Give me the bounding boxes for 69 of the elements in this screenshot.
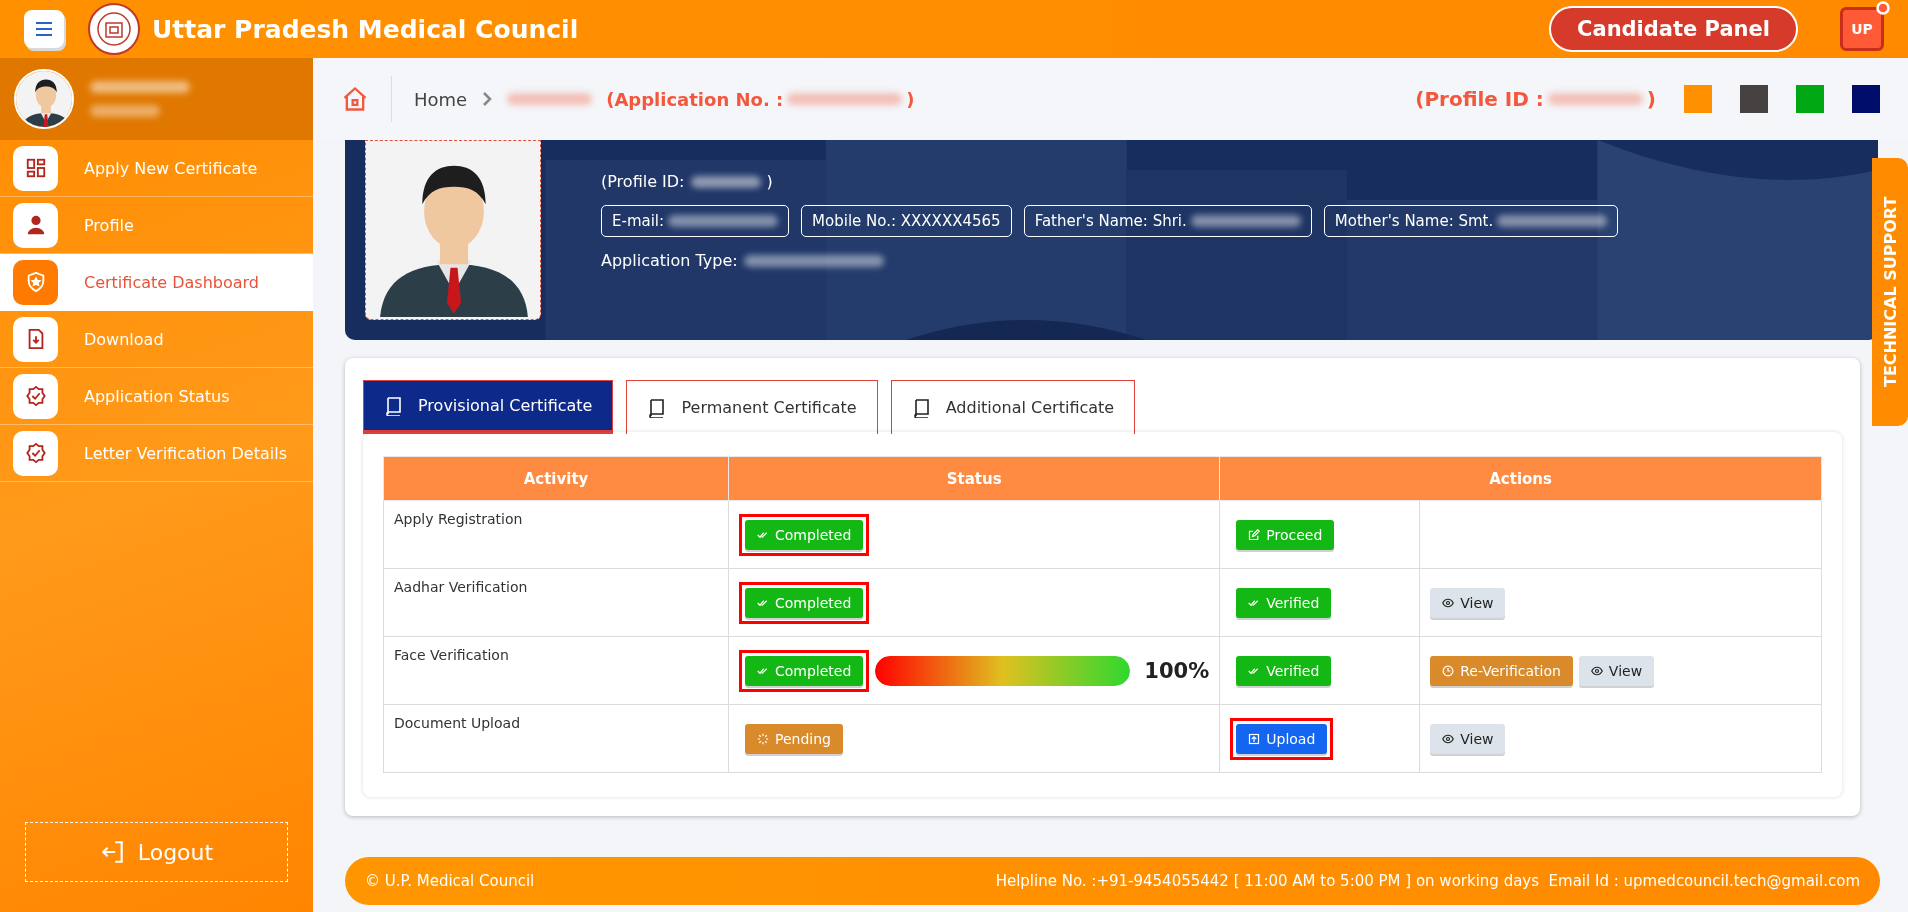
certificate-tab[interactable]: Additional Certificate [890, 380, 1136, 434]
view-button[interactable]: View [1430, 723, 1506, 754]
theme-swatch[interactable] [1740, 85, 1768, 113]
action-button[interactable]: Upload [1236, 723, 1328, 754]
certificate-tab[interactable]: Permanent Certificate [626, 380, 878, 434]
table-cell: Apply Registration [394, 511, 523, 527]
grid-icon [24, 157, 47, 179]
status-badge[interactable]: Completed [745, 587, 864, 618]
theme-swatch[interactable] [1796, 85, 1824, 113]
badge-check-icon [24, 442, 47, 464]
app-title: Uttar Pradesh Medical Council [152, 14, 579, 44]
theme-swatch[interactable] [1852, 85, 1880, 113]
candidate-panel-button[interactable]: Candidate Panel [1549, 6, 1798, 52]
status-badge[interactable]: Completed [745, 519, 864, 550]
sidebar-item[interactable]: Download [0, 311, 313, 368]
profile-id: (Profile ID: ) [601, 172, 774, 191]
person-silhouette-icon [16, 71, 72, 127]
council-emblem-icon [88, 3, 140, 55]
breadcrumb-home[interactable]: Home [414, 88, 468, 110]
info-chip: Father's Name: Shri. [1023, 205, 1312, 237]
book-icon [911, 397, 932, 418]
table-cell: Face Verification [394, 647, 509, 663]
clock-icon [1442, 664, 1455, 677]
sidebar-item[interactable]: Certificate Dashboard [0, 254, 313, 311]
notification-dot-icon [1876, 1, 1890, 15]
action-button[interactable]: Verified [1236, 587, 1332, 618]
column-header: Status [728, 456, 1220, 501]
info-chip: E-mail: [601, 205, 790, 237]
application-type: Application Type: [601, 251, 1619, 270]
sidebar-item[interactable]: Apply New Certificate [0, 140, 313, 197]
status-badge[interactable]: Pending [745, 723, 843, 754]
sidebar-item[interactable]: Application Status [0, 368, 313, 425]
edit-icon [1248, 528, 1261, 541]
sidebar-item[interactable]: Letter Verification Details [0, 425, 313, 482]
info-chip: Mother's Name: Smt. [1323, 205, 1619, 237]
home-icon[interactable] [341, 85, 369, 113]
application-number: (Application No. : ) [606, 88, 915, 110]
action-button[interactable]: Verified [1236, 655, 1332, 686]
status-badge[interactable]: Completed [745, 655, 864, 686]
menu-button[interactable] [24, 10, 64, 48]
certificate-tab[interactable]: Provisional Certificate [363, 380, 614, 434]
profile-id: (Profile ID : ) [1415, 87, 1656, 111]
view-button[interactable]: View [1578, 655, 1655, 686]
spinner-icon [757, 732, 769, 745]
chevron-right-icon [481, 92, 494, 106]
view-button[interactable]: View [1430, 587, 1506, 618]
progress-reading: 100% [1144, 658, 1210, 683]
eye-icon [1442, 596, 1455, 609]
copyright-text: © U.P. Medical Council [365, 872, 535, 890]
upload-icon [1248, 732, 1261, 745]
technical-support-tab[interactable]: TECHNICAL SUPPORT [1872, 158, 1908, 426]
logout-icon [99, 839, 126, 865]
column-header: Activity [383, 456, 729, 501]
info-chip: Mobile No.: XXXXXX4565 [801, 205, 1012, 237]
table-cell: Aadhar Verification [394, 579, 528, 595]
action-button[interactable]: Proceed [1236, 519, 1335, 550]
table-cell: Document Upload [394, 715, 521, 731]
column-header: Actions [1219, 456, 1822, 501]
menu-icon [36, 22, 52, 36]
badge-check-icon [24, 385, 47, 407]
user-badge[interactable]: UP [1840, 7, 1884, 51]
redacted-role [90, 105, 160, 117]
helpline-text: Helpline No. :+91-9454055442 [ 11:00 AM to 5:00 PM ] on working days Email Id : upmedcouncil.tech@gmail.com [995, 872, 1860, 890]
logout-button[interactable]: Logout [25, 822, 288, 882]
eye-icon [1442, 732, 1455, 745]
book-icon [384, 395, 404, 416]
re-verification-button[interactable]: Re-Verification [1430, 655, 1573, 686]
eye-icon [1590, 664, 1603, 677]
theme-swatch[interactable] [1684, 85, 1712, 113]
